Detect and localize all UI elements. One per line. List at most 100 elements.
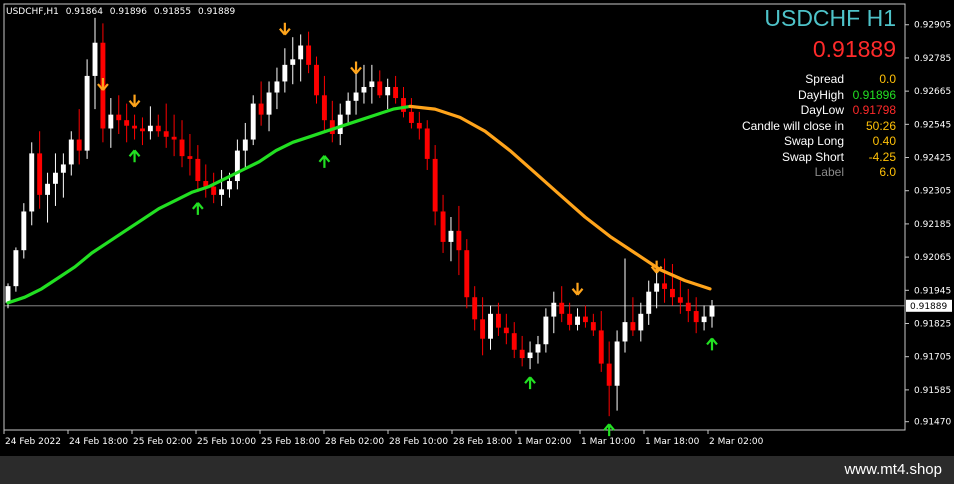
info-value: 0.91896 bbox=[852, 87, 896, 102]
x-tick-label: 1 Mar 18:00 bbox=[645, 437, 700, 447]
candle-body bbox=[361, 86, 367, 93]
y-tick-label: 0.91825 bbox=[914, 320, 951, 330]
candle-body bbox=[495, 313, 501, 328]
close-value: 0.91889 bbox=[197, 7, 236, 17]
candle-body bbox=[685, 302, 691, 312]
y-tick-label: 0.92905 bbox=[914, 21, 951, 31]
x-tick-label: 1 Mar 02:00 bbox=[517, 437, 572, 447]
candle-body bbox=[258, 103, 264, 115]
sell-arrow-icon bbox=[128, 94, 141, 108]
candle-body bbox=[132, 125, 138, 129]
candle-body bbox=[227, 181, 232, 190]
candle-body bbox=[630, 322, 636, 331]
candle-body bbox=[654, 283, 660, 292]
candle-body bbox=[290, 59, 296, 65]
y-tick-label: 0.92185 bbox=[914, 220, 951, 230]
low-value: 0.91855 bbox=[153, 7, 192, 17]
candle-body bbox=[274, 81, 280, 93]
candle-body bbox=[448, 230, 454, 242]
sell-arrow-icon bbox=[350, 61, 362, 75]
candle-body bbox=[503, 327, 509, 334]
x-tick-label: 28 Feb 02:00 bbox=[325, 437, 384, 447]
y-tick-label: 0.91470 bbox=[914, 418, 951, 428]
candle-body bbox=[116, 114, 122, 121]
candle-body bbox=[29, 153, 35, 212]
candle-body bbox=[60, 164, 66, 173]
info-row-dayhigh: DayHigh 0.91896 bbox=[742, 88, 896, 104]
info-value: -4.25 bbox=[868, 149, 896, 164]
x-tick-label: 25 Feb 02:00 bbox=[133, 437, 192, 447]
y-tick-label: 0.92305 bbox=[914, 187, 951, 197]
info-row-swap-long: Swap Long 0.40 bbox=[742, 134, 896, 150]
plot-frame bbox=[3, 3, 906, 431]
candle-body bbox=[369, 81, 375, 87]
x-tick-label: 25 Feb 10:00 bbox=[197, 437, 256, 447]
candle-body bbox=[456, 230, 462, 251]
info-label: DayHigh bbox=[797, 87, 844, 102]
candle-body bbox=[171, 136, 177, 140]
candle-body bbox=[337, 114, 343, 135]
x-tick-label: 2 Mar 02:00 bbox=[709, 437, 764, 447]
candle-body bbox=[37, 153, 43, 195]
symbol-label: USDCHF,H1 bbox=[6, 7, 59, 17]
candle-body bbox=[13, 250, 19, 287]
candle-body bbox=[219, 189, 225, 195]
watermark: www.mt4.shop bbox=[844, 461, 942, 478]
candle-body bbox=[401, 98, 406, 112]
high-value: 0.91896 bbox=[109, 7, 148, 17]
candle-body bbox=[108, 114, 114, 129]
candle-body bbox=[5, 286, 11, 303]
y-tick-label: 0.91585 bbox=[914, 386, 951, 396]
buy-arrow-icon bbox=[318, 155, 331, 168]
footer-bar: www.mt4.shop bbox=[0, 456, 954, 484]
info-label: Swap Short bbox=[781, 149, 844, 164]
info-value: 50:26 bbox=[865, 118, 896, 133]
candle-body bbox=[693, 311, 699, 323]
x-tick-label: 24 Feb 18:00 bbox=[69, 437, 128, 447]
candle-body bbox=[519, 349, 525, 359]
candle-body bbox=[298, 45, 304, 60]
candle-body bbox=[321, 95, 327, 121]
info-row-spread: Spread 0.0 bbox=[742, 72, 896, 88]
buy-arrow-icon bbox=[706, 337, 718, 351]
open-value: 0.91864 bbox=[65, 7, 103, 17]
info-row-swap-short: Swap Short -4.25 bbox=[742, 150, 896, 166]
sell-arrow-icon bbox=[97, 78, 109, 91]
info-row-candle-close: Candle will close in 50:26 bbox=[742, 119, 896, 135]
candle-body bbox=[575, 316, 580, 325]
candle-body bbox=[345, 100, 351, 115]
candle-body bbox=[669, 288, 675, 298]
candle-body bbox=[598, 330, 604, 364]
info-value: 0.40 bbox=[872, 134, 896, 148]
x-tick-label: 1 Mar 10:00 bbox=[581, 437, 636, 447]
candle-body bbox=[84, 75, 90, 151]
y-tick-label: 0.91945 bbox=[914, 286, 951, 296]
info-label: Label bbox=[814, 165, 844, 179]
candle-body bbox=[377, 81, 383, 96]
candle-body bbox=[582, 316, 588, 323]
candle-body bbox=[353, 92, 359, 101]
y-tick-label: 0.92785 bbox=[914, 54, 951, 64]
candle-body bbox=[677, 297, 683, 303]
candle-body bbox=[709, 305, 715, 317]
candle-body bbox=[163, 131, 169, 137]
candle-body bbox=[662, 283, 667, 289]
candle-body bbox=[393, 86, 399, 99]
sell-arrow-icon bbox=[571, 282, 584, 296]
candle-body bbox=[527, 352, 533, 359]
info-label: Candle will close in bbox=[741, 118, 844, 133]
y-tick-label: 0.91705 bbox=[914, 353, 951, 363]
candle-body bbox=[282, 64, 288, 82]
candle-body bbox=[440, 211, 446, 242]
candle-body bbox=[92, 42, 98, 76]
candle-body bbox=[622, 322, 628, 342]
buy-arrow-icon bbox=[524, 376, 536, 390]
candle-body bbox=[187, 156, 193, 159]
symbol-header: USDCHF,H1 0.91864 0.91896 0.91855 0.9188… bbox=[6, 7, 239, 17]
candle-body bbox=[535, 344, 541, 353]
info-row-label: Label 6.0 bbox=[742, 165, 896, 181]
candle-body bbox=[416, 122, 422, 129]
candle-body bbox=[21, 211, 27, 251]
info-value: 6.0 bbox=[879, 165, 896, 179]
candle-body bbox=[147, 125, 153, 132]
